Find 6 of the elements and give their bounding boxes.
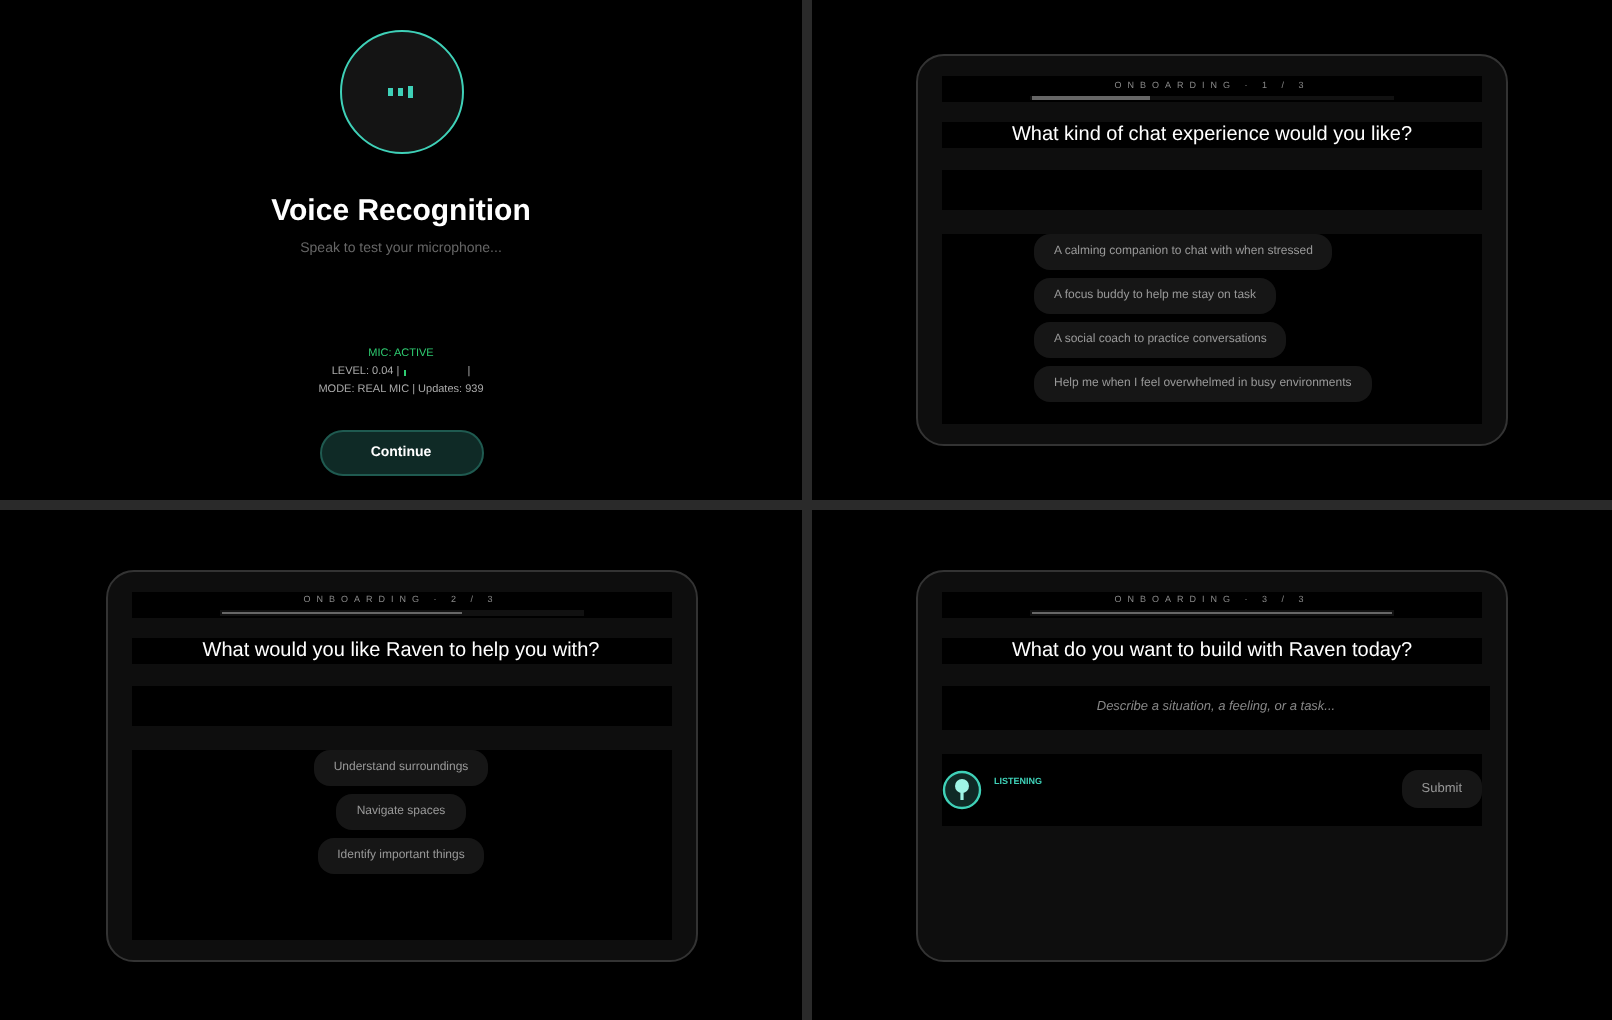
audio-bars-icon xyxy=(387,84,415,100)
question-text: What would you like Raven to help you with? xyxy=(202,639,600,661)
question-text: What kind of chat experience would you like? xyxy=(1011,124,1413,146)
question-text: What do you want to build with Raven today? xyxy=(1011,639,1413,661)
voice-title: Voice Recognition xyxy=(271,194,531,228)
microphone-icon[interactable] xyxy=(942,769,982,809)
